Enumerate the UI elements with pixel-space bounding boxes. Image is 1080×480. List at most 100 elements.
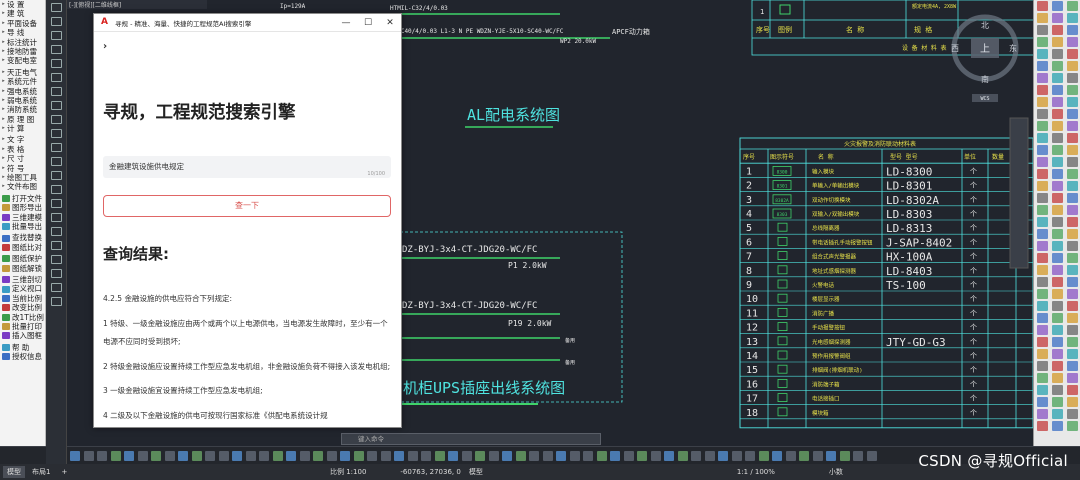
ribbon-tool-icon[interactable] <box>1052 97 1063 107</box>
ribbon-tool-icon[interactable] <box>1067 373 1078 383</box>
palette-item[interactable]: ▸ 天正电气 <box>0 68 45 77</box>
palette-item[interactable]: ▸ 标注统计 <box>0 38 45 47</box>
palette-item[interactable]: ▸ 变配电室 <box>0 56 45 65</box>
ribbon-tool-icon[interactable] <box>1067 229 1078 239</box>
search-button[interactable]: 查一下 <box>103 195 391 217</box>
status-toggle-icon[interactable] <box>623 451 634 461</box>
ribbon-tool-icon[interactable] <box>1052 409 1063 419</box>
status-toggle-icon[interactable] <box>124 451 134 461</box>
status-toggle-icon[interactable] <box>677 451 688 461</box>
palette-item[interactable]: 授权信息 <box>0 352 45 361</box>
status-toggle-icon[interactable] <box>556 451 566 461</box>
status-toggle-icon[interactable] <box>421 451 431 461</box>
ribbon-tool-icon[interactable] <box>1037 145 1048 155</box>
ribbon-tool-icon[interactable] <box>1052 13 1063 23</box>
palette-item[interactable]: ▸ 绘图工具 <box>0 173 45 182</box>
ribbon-tool-icon[interactable] <box>1037 277 1048 287</box>
ribbon-tool-icon[interactable] <box>1037 373 1048 383</box>
palette-item[interactable]: ▸ 表 格 <box>0 145 45 154</box>
status-toggle-icon[interactable] <box>394 451 404 461</box>
ribbon-tool-icon[interactable] <box>1037 37 1048 47</box>
ribbon-tool-icon[interactable] <box>1067 85 1078 95</box>
ribbon-tool-icon[interactable] <box>1052 157 1063 167</box>
draw-tool-icon[interactable] <box>51 171 62 180</box>
search-input[interactable]: 金融建筑设施供电规定 <box>103 156 391 178</box>
layout-tab[interactable]: + <box>57 466 71 478</box>
status-toggle-icon[interactable] <box>299 451 310 461</box>
ribbon-tool-icon[interactable] <box>1037 205 1048 215</box>
status-toggle-icon[interactable] <box>110 451 121 461</box>
ribbon-tool-icon[interactable] <box>1052 229 1063 239</box>
status-toggle-icon[interactable] <box>637 451 647 461</box>
draw-tool-icon[interactable] <box>51 283 62 292</box>
draw-tool-icon[interactable] <box>51 101 62 110</box>
ribbon-tool-icon[interactable] <box>1037 1 1048 11</box>
status-toggle-icon[interactable] <box>704 451 715 461</box>
ribbon-tool-icon[interactable] <box>1037 109 1048 119</box>
ribbon-tool-icon[interactable] <box>1067 421 1078 431</box>
status-toggle-icon[interactable] <box>664 451 674 461</box>
status-toggle-icon[interactable] <box>583 451 593 461</box>
palette-item[interactable]: ▸ 计 算 <box>0 124 45 133</box>
draw-tool-icon[interactable] <box>51 255 62 264</box>
ribbon-tool-icon[interactable] <box>1052 205 1063 215</box>
status-toggle-icon[interactable] <box>272 451 283 461</box>
ribbon-tool-icon[interactable] <box>1037 181 1048 191</box>
ribbon-tool-icon[interactable] <box>1052 337 1063 347</box>
ribbon-tool-icon[interactable] <box>1037 265 1048 275</box>
ribbon-tool-icon[interactable] <box>1052 109 1063 119</box>
ribbon-tool-icon[interactable] <box>1037 397 1048 407</box>
palette-item[interactable]: ▸ 建 筑 <box>0 9 45 18</box>
ribbon-tool-icon[interactable] <box>1067 13 1078 23</box>
ribbon-tool-icon[interactable] <box>1052 37 1063 47</box>
palette-item[interactable]: 图纸解锁 <box>0 264 45 273</box>
ribbon-tool-icon[interactable] <box>1067 109 1078 119</box>
status-toggle-icon[interactable] <box>812 451 823 461</box>
status-toggle-icon[interactable] <box>367 451 377 461</box>
ribbon-tool-icon[interactable] <box>1037 361 1048 371</box>
palette-item[interactable]: ▸ 消防系统 <box>0 105 45 114</box>
viewport-controls[interactable]: [-][俯视][二维线框] <box>67 0 207 9</box>
ribbon-tool-icon[interactable] <box>1052 133 1063 143</box>
palette-item[interactable]: 批量导出 <box>0 222 45 231</box>
status-toggle-icon[interactable] <box>610 451 620 461</box>
ribbon-tool-icon[interactable] <box>1052 397 1063 407</box>
ribbon-tool-icon[interactable] <box>1067 409 1078 419</box>
ribbon-tool-icon[interactable] <box>1067 1 1078 11</box>
draw-tool-icon[interactable] <box>51 129 62 138</box>
ribbon-tool-icon[interactable] <box>1037 301 1048 311</box>
minimize-icon[interactable]: — <box>335 14 357 32</box>
draw-tool-icon[interactable] <box>51 17 62 26</box>
ribbon-tool-icon[interactable] <box>1052 25 1063 35</box>
draw-tool-icon[interactable] <box>51 45 62 54</box>
draw-tool-icon[interactable] <box>51 269 62 278</box>
ribbon-tool-icon[interactable] <box>1052 49 1063 59</box>
ribbon-tool-icon[interactable] <box>1067 133 1078 143</box>
status-toggle-icon[interactable] <box>529 451 539 461</box>
ribbon-tool-icon[interactable] <box>1037 61 1048 71</box>
ribbon-tool-icon[interactable] <box>1037 157 1048 167</box>
ribbon-tool-icon[interactable] <box>1067 361 1078 371</box>
ribbon-tool-icon[interactable] <box>1037 121 1048 131</box>
draw-tool-icon[interactable] <box>51 3 62 12</box>
draw-tool-icon[interactable] <box>51 87 62 96</box>
ribbon-tool-icon[interactable] <box>1067 349 1078 359</box>
ribbon-tool-icon[interactable] <box>1037 253 1048 263</box>
palette-item[interactable]: 批量打印 <box>0 322 45 331</box>
palette-item[interactable]: ▸ 符 号 <box>0 164 45 173</box>
status-toggle-icon[interactable] <box>866 451 877 461</box>
status-toggle-icon[interactable] <box>164 451 175 461</box>
status-toggle-icon[interactable] <box>569 451 580 461</box>
status-toggle-icon[interactable] <box>259 451 269 461</box>
palette-item[interactable]: 改变比例 <box>0 303 45 312</box>
zoom-readout[interactable]: 1:1 / 100% <box>737 468 775 476</box>
status-toggle-icon[interactable] <box>448 451 458 461</box>
status-toggle-icon[interactable] <box>758 451 769 461</box>
ribbon-tool-icon[interactable] <box>1052 121 1063 131</box>
palette-item[interactable]: ▸ 文件布图 <box>0 182 45 191</box>
ribbon-tool-icon[interactable] <box>1037 193 1048 203</box>
ribbon-tool-icon[interactable] <box>1067 253 1078 263</box>
ribbon-tool-icon[interactable] <box>1067 181 1078 191</box>
ribbon-tool-icon[interactable] <box>1052 289 1063 299</box>
draw-tool-icon[interactable] <box>51 59 62 68</box>
